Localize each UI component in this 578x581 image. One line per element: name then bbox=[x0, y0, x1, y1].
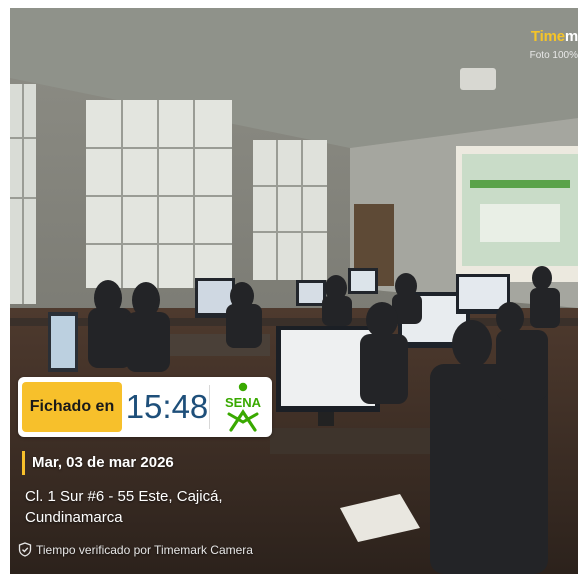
window-right bbox=[253, 140, 327, 280]
watermark-subtitle: Foto 100% bbox=[529, 50, 578, 61]
clock-in-time: 15:48 bbox=[125, 388, 209, 425]
shield-check-icon bbox=[18, 542, 32, 557]
stamp-divider bbox=[209, 385, 210, 429]
clock-in-stamp: Fichado en 15:48 SENA bbox=[18, 377, 272, 437]
watermark-brand: Timem bbox=[530, 28, 578, 45]
svg-text:SENA: SENA bbox=[225, 395, 262, 410]
date-text: Mar, 03 de mar 2026 bbox=[22, 451, 174, 475]
projector bbox=[460, 68, 496, 90]
photo-frame: Timem Foto 100% Fichado en 15:48 SENA Ma… bbox=[0, 0, 578, 581]
verified-badge: Tiempo verificado por Timemark Camera bbox=[18, 542, 253, 557]
clock-in-label: Fichado en bbox=[22, 382, 122, 432]
sena-logo: SENA bbox=[225, 382, 262, 432]
verified-text: Tiempo verificado por Timemark Camera bbox=[36, 542, 253, 557]
address-text: Cl. 1 Sur #6 - 55 Este, Cajicá, Cundinam… bbox=[25, 488, 223, 526]
